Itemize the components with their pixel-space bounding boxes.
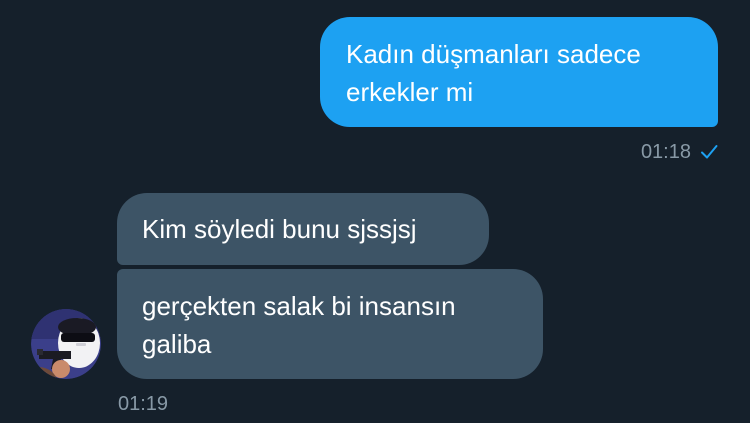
message-line: Kadın düşmanları sadece — [346, 39, 641, 69]
sender-avatar[interactable] — [31, 309, 101, 379]
masked-person-with-gun-avatar-icon — [31, 309, 101, 379]
outgoing-message-bubble[interactable]: Kadın düşmanları sadece erkekler mi — [320, 17, 718, 127]
message-line: galiba — [142, 329, 212, 359]
message-timestamp: 01:18 — [640, 141, 691, 163]
outgoing-message-meta: 01:18 — [641, 140, 719, 164]
message-timestamp: 01:19 — [118, 393, 169, 415]
incoming-message-bubble[interactable]: gerçekten salak bi insansın galiba — [117, 269, 543, 379]
message-line: erkekler mi — [346, 77, 474, 107]
incoming-message-meta: 01:19 — [118, 392, 168, 416]
incoming-message-bubble[interactable]: Kim söyledi bunu sjssjsj — [117, 193, 489, 265]
message-line: Kim söyledi bunu sjssjsj — [142, 214, 417, 244]
check-icon — [701, 145, 718, 159]
message-line: gerçekten salak bi insansın — [142, 291, 456, 321]
